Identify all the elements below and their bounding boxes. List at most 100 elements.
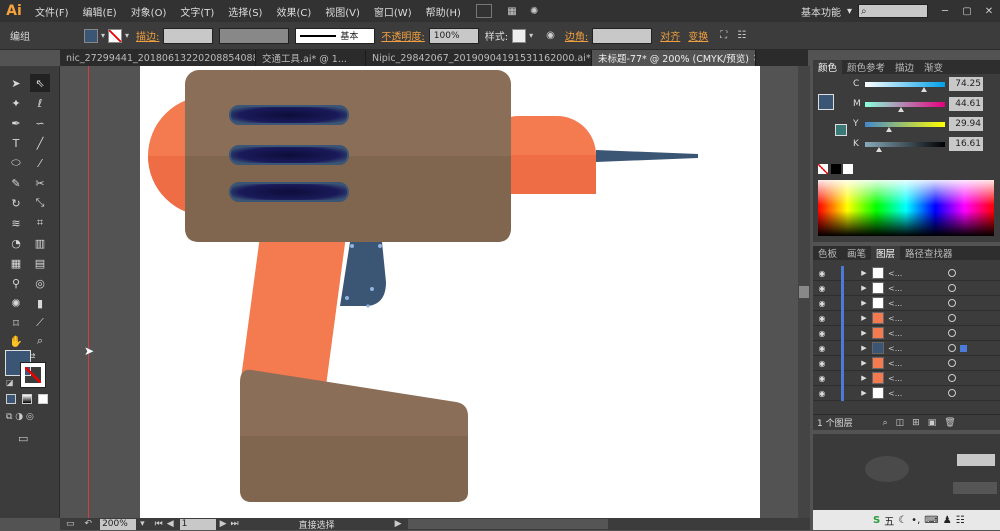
- transform-link[interactable]: 变换: [688, 28, 708, 43]
- tab-layers[interactable]: 图层: [871, 246, 901, 260]
- vertical-scrollbar[interactable]: [798, 66, 810, 518]
- ime-settings-icon[interactable]: ☷: [956, 515, 965, 526]
- target-circle-icon[interactable]: [948, 359, 956, 367]
- slider-knob[interactable]: [898, 106, 904, 112]
- visibility-eye-icon[interactable]: ◉: [813, 284, 831, 293]
- blend-tool-icon[interactable]: ◎: [30, 274, 50, 292]
- layer-name[interactable]: <...: [888, 314, 944, 323]
- layer-name[interactable]: <...: [888, 344, 944, 353]
- workspace-switcher[interactable]: 基本功能: [801, 4, 841, 19]
- visibility-eye-icon[interactable]: ◉: [813, 389, 831, 398]
- stroke-color-box[interactable]: [20, 362, 46, 388]
- layer-row[interactable]: ◉ ▶ <...: [813, 295, 1000, 311]
- menu-file[interactable]: 文件(F): [28, 4, 76, 19]
- horizontal-scrollbar[interactable]: [407, 519, 608, 529]
- scissors-icon[interactable]: ✂: [30, 174, 50, 192]
- first-artboard-icon[interactable]: ⏮: [155, 519, 163, 529]
- artboard-tool-icon[interactable]: ⌑: [6, 314, 26, 332]
- slider-yellow[interactable]: Y 29.94: [813, 114, 1000, 134]
- expand-arrow-icon[interactable]: ▶: [856, 359, 872, 367]
- delete-layer-icon[interactable]: 🗑: [944, 418, 955, 428]
- free-transform-icon[interactable]: ⌗: [30, 214, 50, 232]
- tab-document-3[interactable]: Nipic_29842067_20190904191531162000.ai* …: [366, 50, 592, 66]
- color-mode-icon[interactable]: [6, 394, 16, 404]
- chevron-down-icon[interactable]: ▾: [847, 6, 852, 17]
- layer-name[interactable]: <...: [888, 374, 944, 383]
- tab-document-active[interactable]: 未标题-77* @ 200% (CMYK/预览)✕: [592, 50, 756, 66]
- search-input[interactable]: ⌕: [858, 4, 928, 18]
- graphic-style-swatch[interactable]: [512, 28, 527, 43]
- vent-slot-3[interactable]: [229, 182, 349, 202]
- visibility-eye-icon[interactable]: ◉: [813, 314, 831, 323]
- variable-width-dropdown[interactable]: [219, 27, 290, 44]
- expand-arrow-icon[interactable]: ▶: [856, 299, 872, 307]
- color-spectrum[interactable]: [818, 180, 994, 236]
- slider-knob[interactable]: [875, 146, 882, 152]
- target-circle-icon[interactable]: [948, 284, 956, 292]
- yellow-value[interactable]: 29.94: [949, 117, 983, 131]
- chevron-down-icon[interactable]: ▾: [125, 31, 129, 40]
- arrange-documents-icon[interactable]: ▦: [504, 4, 520, 18]
- black-track[interactable]: [865, 141, 945, 152]
- tab-pathfinder[interactable]: 路径查找器: [900, 246, 958, 260]
- artboard-number-field[interactable]: 1: [179, 518, 216, 530]
- zoom-tool-icon[interactable]: ⌕: [30, 332, 50, 350]
- moon-icon[interactable]: ☾: [898, 515, 907, 526]
- tab-gradient[interactable]: 渐变: [919, 60, 948, 74]
- tab-document-2[interactable]: 交通工具.ai* @ 1...: [256, 50, 366, 66]
- layer-row[interactable]: ◉ ▶ <...: [813, 355, 1000, 371]
- new-layer-icon[interactable]: ▣: [928, 418, 937, 428]
- visibility-eye-icon[interactable]: ◉: [813, 269, 831, 278]
- layer-name[interactable]: <...: [888, 359, 944, 368]
- visibility-eye-icon[interactable]: ◉: [813, 329, 831, 338]
- slider-knob[interactable]: [921, 86, 928, 92]
- cyan-value[interactable]: 74.25: [949, 77, 983, 91]
- ellipse-tool-icon[interactable]: ⬭: [6, 154, 26, 172]
- target-circle-icon[interactable]: [948, 269, 956, 277]
- menu-help[interactable]: 帮助(H): [419, 4, 468, 19]
- menu-object[interactable]: 对象(O): [124, 4, 174, 19]
- target-circle-icon[interactable]: [948, 344, 956, 352]
- bridge-icon[interactable]: [475, 4, 492, 18]
- slider-cyan[interactable]: C 74.25: [813, 74, 1000, 94]
- stroke-link[interactable]: 描边:: [136, 28, 159, 43]
- magenta-value[interactable]: 44.61: [949, 97, 983, 111]
- expand-arrow-icon[interactable]: ▶: [856, 344, 872, 352]
- recolor-icon[interactable]: ◉: [546, 30, 555, 41]
- person-icon[interactable]: ♟: [943, 515, 952, 526]
- expand-arrow-icon[interactable]: ▶: [856, 374, 872, 382]
- minimize-icon[interactable]: ─: [934, 6, 956, 17]
- tab-color[interactable]: 颜色: [813, 60, 843, 74]
- expand-arrow-icon[interactable]: ▶: [856, 269, 872, 277]
- slice-tool-icon[interactable]: ⟋: [30, 314, 50, 332]
- menu-select[interactable]: 选择(S): [221, 4, 269, 19]
- fill-swatch[interactable]: [84, 28, 98, 43]
- vent-slot-1[interactable]: [229, 105, 349, 125]
- chevron-down-icon[interactable]: ▾: [101, 31, 105, 40]
- visibility-eye-icon[interactable]: ◉: [813, 359, 831, 368]
- none-mode-icon[interactable]: [38, 394, 48, 404]
- none-swatch[interactable]: [818, 164, 828, 174]
- gpu-icon[interactable]: ✺: [530, 6, 538, 17]
- last-artboard-icon[interactable]: ⏭: [231, 519, 239, 529]
- symbol-sprayer-icon[interactable]: ✺: [6, 294, 26, 312]
- vent-slot-2[interactable]: [229, 145, 349, 165]
- opacity-link[interactable]: 不透明度:: [381, 28, 424, 43]
- ime-logo-icon[interactable]: S: [873, 515, 880, 526]
- line-tool-icon[interactable]: ╱: [30, 134, 50, 152]
- layer-name[interactable]: <...: [888, 389, 944, 398]
- type-tool-icon[interactable]: T: [6, 134, 26, 152]
- align-link[interactable]: 对齐: [660, 28, 680, 43]
- mesh-tool-icon[interactable]: ▦: [6, 254, 26, 272]
- scale-tool-icon[interactable]: ⤡: [30, 194, 50, 212]
- maximize-icon[interactable]: ▢: [956, 6, 978, 17]
- slider-magenta[interactable]: M 44.61: [813, 94, 1000, 114]
- drill-bit[interactable]: [596, 150, 698, 162]
- corner-link[interactable]: 边角:: [565, 28, 588, 43]
- zoom-field[interactable]: 200%: [100, 518, 137, 530]
- locate-object-icon[interactable]: ⌕: [883, 418, 888, 428]
- rotate-view-icon[interactable]: ↶: [85, 519, 93, 529]
- layer-row[interactable]: ◉ ▶ <...: [813, 385, 1000, 401]
- pen-tool-icon[interactable]: ✒: [6, 114, 26, 132]
- target-circle-icon[interactable]: [948, 389, 956, 397]
